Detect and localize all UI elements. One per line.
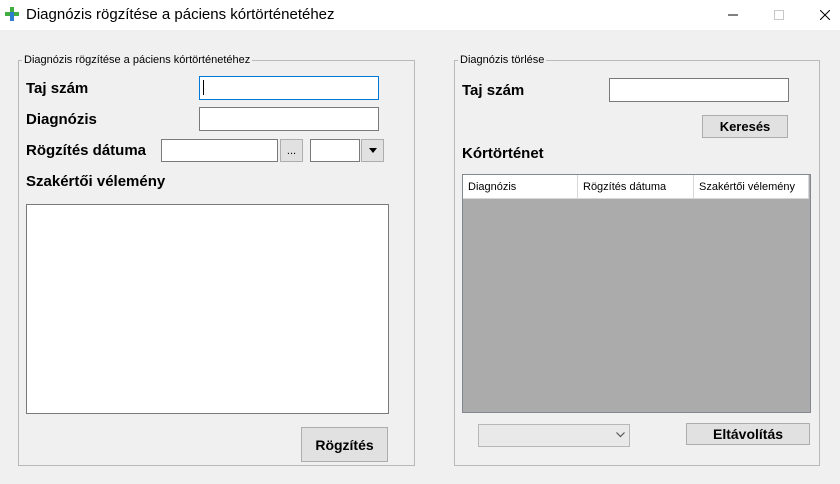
record-diagnosis-legend: Diagnózis rögzítése a páciens kórtörténe… [24,54,251,66]
grid-column-diagnozis[interactable]: Diagnózis [463,175,578,199]
right-taj-input[interactable] [609,78,789,102]
taj-label: Taj szám [26,80,89,97]
time-dropdown-button[interactable] [361,139,384,162]
medical-cross-icon [5,7,19,21]
right-taj-label: Taj szám [462,82,525,99]
velemeny-label: Szakértői vélemény [26,173,166,190]
triangle-down-icon [368,148,377,153]
text-caret [203,80,204,95]
maximize-icon [774,10,784,20]
datum-label: Rögzítés dátuma [26,142,147,159]
delete-diagnosis-legend: Diagnózis törlése [460,54,545,66]
diagnozis-label: Diagnózis [26,111,97,128]
maximize-button [756,0,802,30]
minimize-button[interactable] [710,0,756,30]
remove-button[interactable]: Eltávolítás [686,423,810,445]
diagnosis-select[interactable] [478,424,630,447]
chevron-down-icon [616,432,625,438]
grid-header: Diagnózis Rögzítés dátuma Szakértői véle… [463,175,809,199]
grid-column-velemeny[interactable]: Szakértői vélemény [694,175,809,199]
history-grid[interactable]: Diagnózis Rögzítés dátuma Szakértői véle… [462,174,811,413]
close-button[interactable] [802,0,840,30]
window-title: Diagnózis rögzítése a páciens kórtörténe… [26,6,335,23]
search-button[interactable]: Keresés [702,115,788,138]
minimize-icon [728,14,738,16]
diagnozis-input[interactable] [199,107,379,131]
close-icon [820,10,830,20]
datum-browse-button[interactable]: ... [280,139,303,162]
taj-input[interactable] [199,76,379,100]
title-bar: Diagnózis rögzítése a páciens kórtörténe… [0,0,840,30]
velemeny-textarea[interactable] [26,204,389,414]
time-selector[interactable] [310,139,384,162]
time-value[interactable] [310,139,360,162]
grid-column-datum[interactable]: Rögzítés dátuma [578,175,694,199]
history-label: Kórtörténet [462,145,544,162]
save-button[interactable]: Rögzítés [301,427,388,462]
datum-input[interactable] [161,139,278,162]
